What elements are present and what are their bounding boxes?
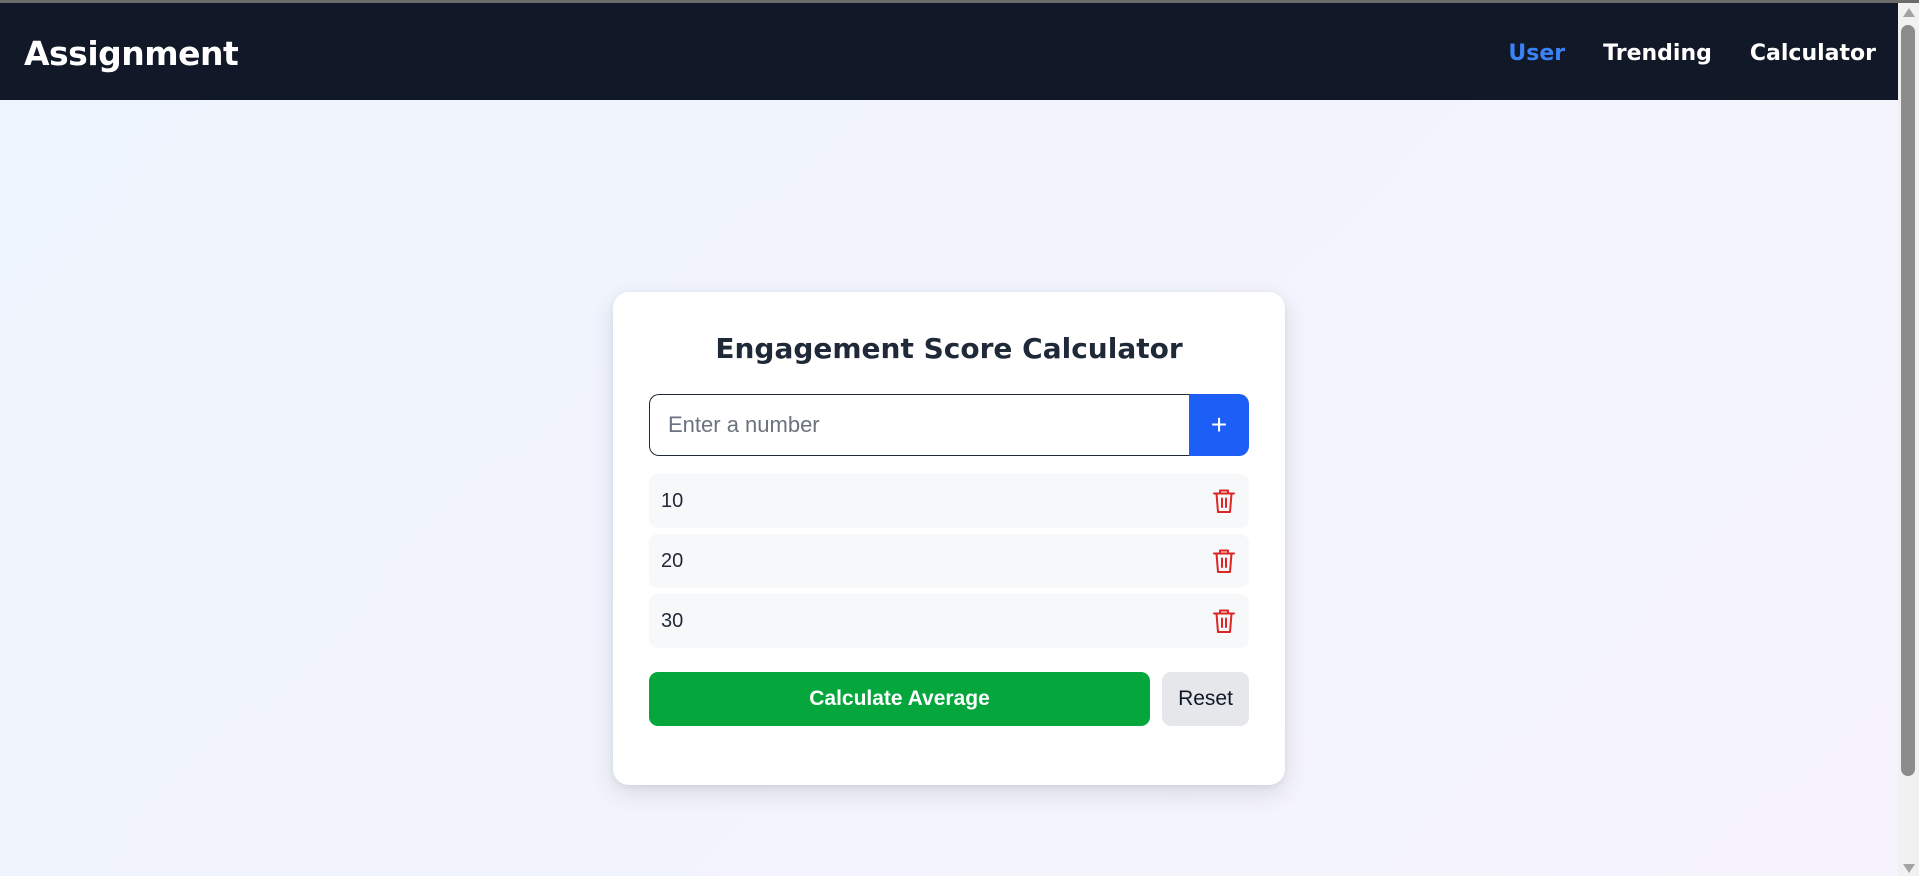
list-item: 30 [649,594,1249,648]
plus-icon: + [1210,409,1228,440]
nav-link-calculator[interactable]: Calculator [1750,41,1876,66]
brand-title[interactable]: Assignment [24,34,239,73]
trash-icon[interactable] [1211,487,1237,515]
page-title: Engagement Score Calculator [715,332,1183,365]
scroll-up-arrow-icon[interactable] [1903,8,1915,17]
numbers-list: 10 20 30 [649,474,1249,654]
action-buttons: Calculate Average Reset [649,672,1249,726]
calculate-average-button[interactable]: Calculate Average [649,672,1150,726]
top-navbar: Assignment User Trending Calculator [0,3,1898,100]
scrollbar-thumb[interactable] [1901,25,1915,776]
calculator-card: Engagement Score Calculator + 10 20 [613,292,1285,785]
nav-links: User Trending Calculator [1508,41,1876,66]
item-value: 20 [661,550,684,572]
item-value: 30 [661,610,684,632]
nav-link-user[interactable]: User [1508,41,1565,66]
reset-button[interactable]: Reset [1162,672,1249,726]
item-value: 10 [661,490,684,512]
list-item: 10 [649,474,1249,528]
trash-icon[interactable] [1211,607,1237,635]
trash-icon[interactable] [1211,547,1237,575]
nav-link-trending[interactable]: Trending [1603,41,1712,66]
list-item: 20 [649,534,1249,588]
vertical-scrollbar[interactable] [1898,3,1919,876]
scroll-down-arrow-icon[interactable] [1903,864,1915,873]
add-number-button[interactable]: + [1189,394,1249,456]
number-input-row: + [649,394,1249,456]
number-input[interactable] [649,394,1189,456]
